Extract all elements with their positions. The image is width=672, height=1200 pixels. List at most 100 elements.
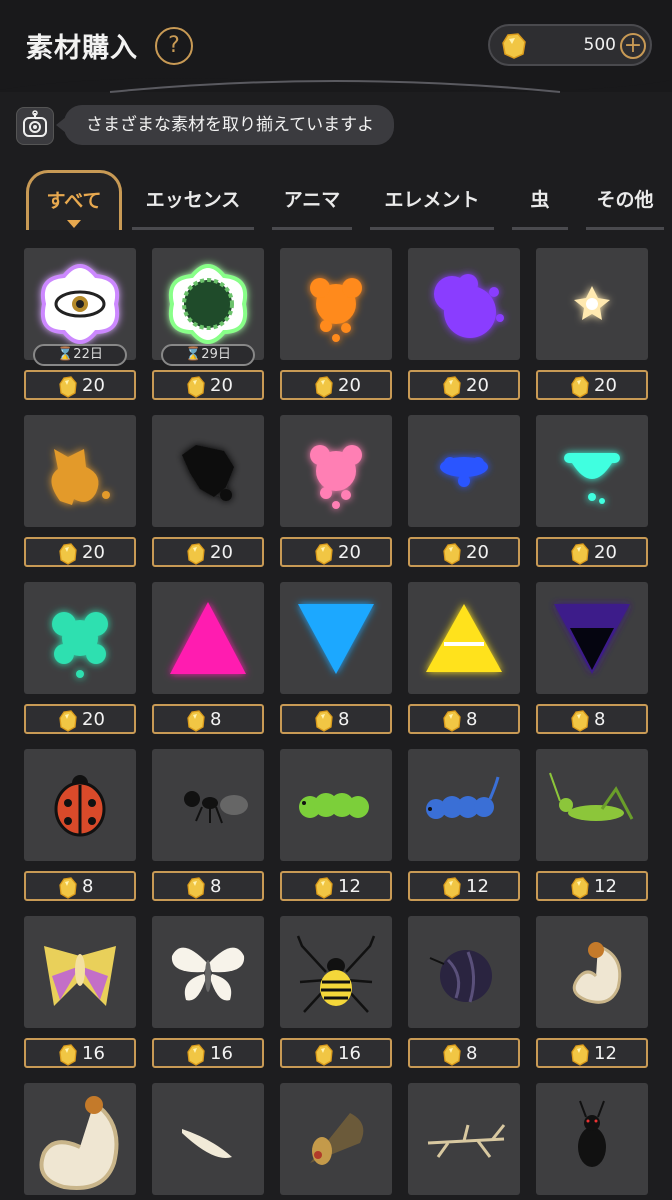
tab-element[interactable]: エレメント	[370, 180, 494, 230]
material-item[interactable]	[536, 1083, 650, 1200]
material-item[interactable]: 20	[24, 415, 138, 569]
material-item[interactable]: 12	[536, 749, 650, 903]
magenta-triangle-icon	[152, 582, 264, 694]
price-button[interactable]: 8	[152, 704, 264, 734]
price-button[interactable]: 20	[408, 537, 520, 567]
material-item[interactable]: 20	[536, 415, 650, 569]
assistant-message: さまざまな素材を取り揃えていますよ	[55, 105, 395, 145]
material-item[interactable]: 8	[152, 582, 266, 736]
material-item[interactable]: 20	[280, 415, 394, 569]
price-button[interactable]: 20	[536, 370, 648, 400]
material-item[interactable]: 20	[152, 415, 266, 569]
material-thumbnail[interactable]	[408, 749, 520, 861]
price-button[interactable]: 20	[408, 370, 520, 400]
price-button[interactable]: 20	[152, 537, 264, 567]
price-button[interactable]: 12	[408, 871, 520, 901]
material-thumbnail[interactable]	[152, 415, 264, 527]
material-item[interactable]	[152, 1083, 266, 1200]
material-item[interactable]: 16	[24, 916, 138, 1070]
material-item[interactable]: 16	[152, 916, 266, 1070]
material-thumbnail[interactable]	[152, 916, 264, 1028]
material-item[interactable]: 16	[280, 916, 394, 1070]
price-button[interactable]: 20	[280, 370, 392, 400]
material-item[interactable]: 20	[536, 248, 650, 402]
material-thumbnail[interactable]	[408, 1083, 520, 1195]
material-item[interactable]: 20	[408, 248, 522, 402]
price-button[interactable]: 12	[280, 871, 392, 901]
price-button[interactable]: 20	[536, 537, 648, 567]
material-thumbnail[interactable]	[24, 1083, 136, 1195]
tab-all[interactable]: すべて	[26, 170, 122, 230]
price-button[interactable]: 8	[408, 704, 520, 734]
material-thumbnail[interactable]	[152, 749, 264, 861]
material-thumbnail[interactable]	[408, 248, 520, 360]
material-item[interactable]: ⌛29日 20	[152, 248, 266, 402]
material-thumbnail[interactable]	[536, 415, 648, 527]
price-button[interactable]: 20	[24, 537, 136, 567]
price-button[interactable]: 20	[152, 370, 264, 400]
price-button[interactable]: 12	[536, 871, 648, 901]
price-button[interactable]: 16	[152, 1038, 264, 1068]
material-thumbnail[interactable]	[536, 1083, 648, 1195]
material-item[interactable]: 8	[408, 916, 522, 1070]
help-button[interactable]: ?	[155, 27, 193, 65]
material-item[interactable]: 12	[408, 749, 522, 903]
material-item[interactable]	[408, 1083, 522, 1200]
price-button[interactable]: 8	[536, 704, 648, 734]
material-item[interactable]: 8	[152, 749, 266, 903]
coin-icon	[442, 376, 462, 402]
price-value: 20	[594, 375, 617, 396]
price-button[interactable]: 20	[24, 370, 136, 400]
material-thumbnail[interactable]	[152, 1083, 264, 1195]
tab-other[interactable]: その他	[586, 180, 664, 230]
material-item[interactable]: 20	[408, 415, 522, 569]
material-item[interactable]: 12	[536, 916, 650, 1070]
material-thumbnail[interactable]	[536, 248, 648, 360]
material-thumbnail[interactable]	[24, 582, 136, 694]
price-button[interactable]: 16	[24, 1038, 136, 1068]
material-thumbnail[interactable]	[280, 749, 392, 861]
material-item[interactable]	[280, 1083, 394, 1200]
tab-anima[interactable]: アニマ	[272, 180, 352, 230]
cyan-anima-icon	[536, 415, 648, 527]
material-item[interactable]: 8	[280, 582, 394, 736]
material-item[interactable]: 8	[24, 749, 138, 903]
header-wave-decoration	[0, 70, 672, 93]
material-thumbnail[interactable]	[536, 582, 648, 694]
material-thumbnail[interactable]	[24, 749, 136, 861]
price-button[interactable]: 16	[280, 1038, 392, 1068]
material-item[interactable]: 20	[280, 248, 394, 402]
price-button[interactable]: 8	[280, 704, 392, 734]
material-thumbnail[interactable]	[152, 582, 264, 694]
material-thumbnail[interactable]	[24, 916, 136, 1028]
material-thumbnail[interactable]	[280, 248, 392, 360]
material-item[interactable]: 12	[280, 749, 394, 903]
price-button[interactable]: 8	[152, 871, 264, 901]
price-button[interactable]: 12	[536, 1038, 648, 1068]
price-button[interactable]: 8	[408, 1038, 520, 1068]
price-button[interactable]: 20	[280, 537, 392, 567]
material-thumbnail[interactable]	[280, 916, 392, 1028]
material-thumbnail[interactable]	[536, 749, 648, 861]
price-button[interactable]: 8	[24, 871, 136, 901]
material-item[interactable]: ⌛22日 20	[24, 248, 138, 402]
material-item[interactable]: 8	[536, 582, 650, 736]
material-thumbnail[interactable]	[408, 916, 520, 1028]
material-thumbnail[interactable]	[408, 582, 520, 694]
yellow-triangle-icon	[408, 582, 520, 694]
material-thumbnail[interactable]	[408, 415, 520, 527]
material-item[interactable]: 20	[24, 582, 138, 736]
tab-essence[interactable]: エッセンス	[132, 180, 254, 230]
material-thumbnail[interactable]	[24, 415, 136, 527]
add-coins-button[interactable]: +	[620, 33, 646, 59]
material-item[interactable]: 8	[408, 582, 522, 736]
assistant-robot-icon	[16, 107, 54, 145]
material-thumbnail[interactable]	[280, 1083, 392, 1195]
price-value: 12	[338, 876, 361, 897]
tab-insect[interactable]: 虫	[512, 180, 568, 230]
material-thumbnail[interactable]	[280, 415, 392, 527]
material-item[interactable]	[24, 1083, 138, 1200]
material-thumbnail[interactable]	[536, 916, 648, 1028]
price-button[interactable]: 20	[24, 704, 136, 734]
material-thumbnail[interactable]	[280, 582, 392, 694]
